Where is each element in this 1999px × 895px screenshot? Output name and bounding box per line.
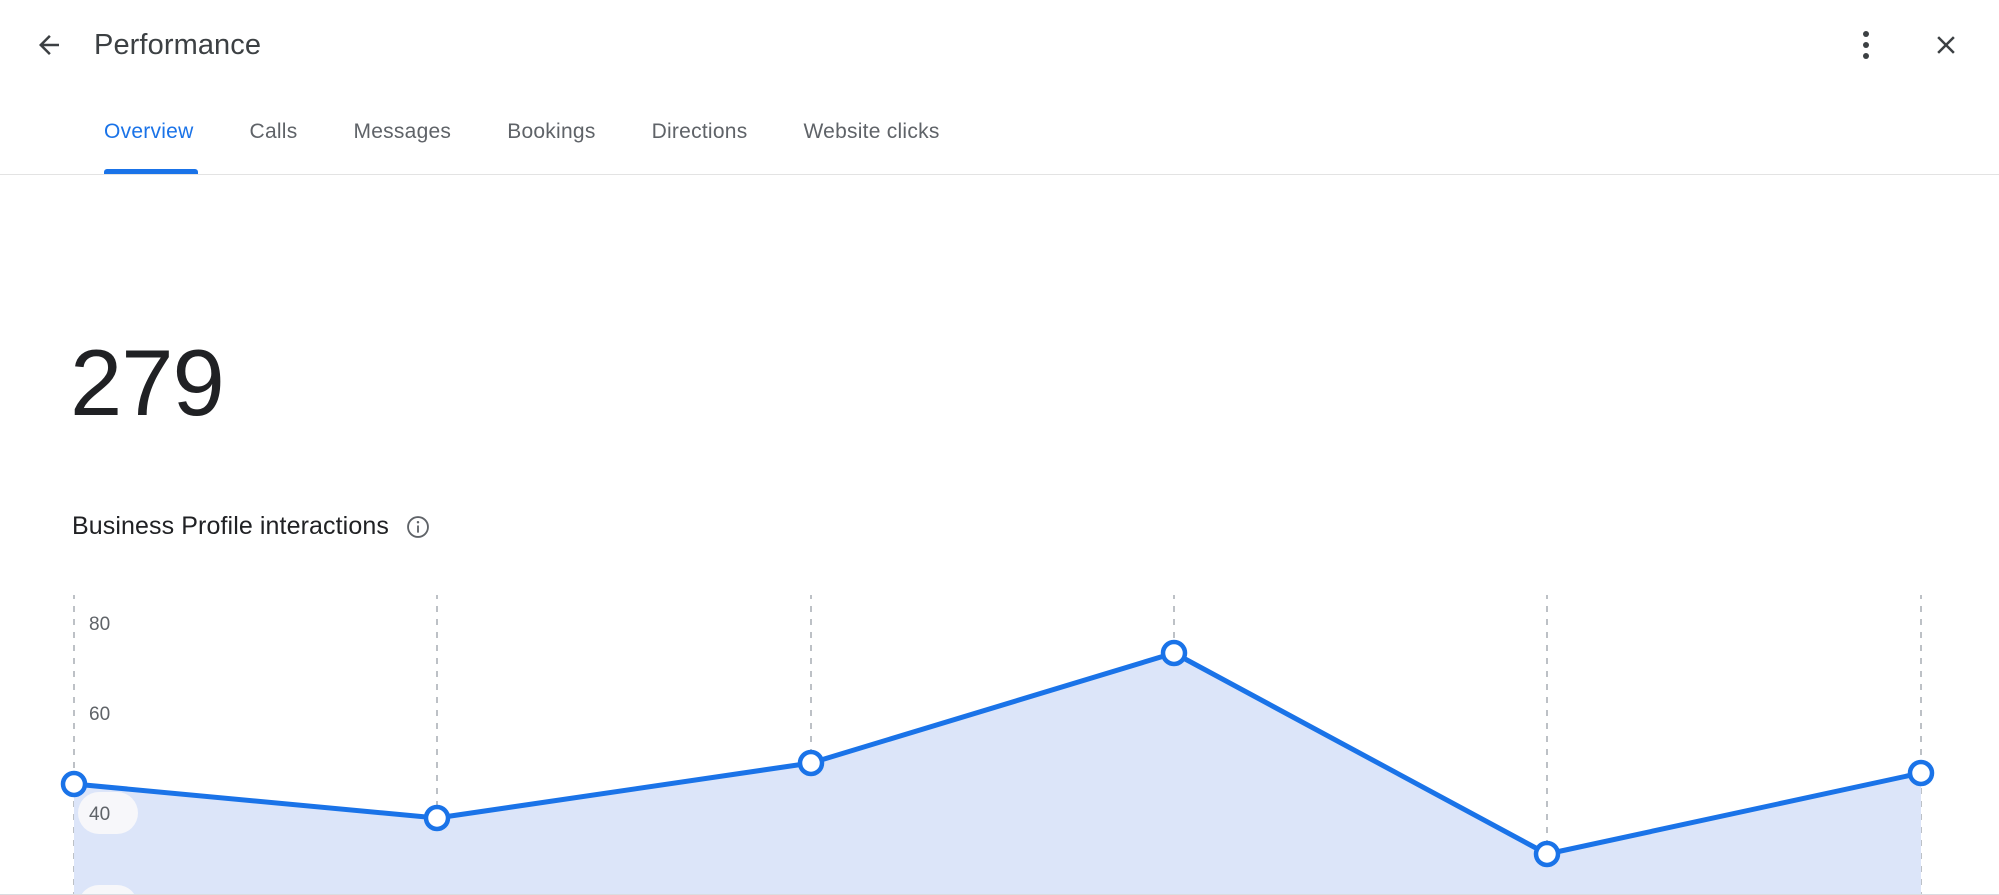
tab-website-clicks[interactable]: Website clicks [775, 90, 967, 174]
chart-svg: 80 60 40 20 [0, 595, 1999, 895]
tab-bookings[interactable]: Bookings [479, 90, 623, 174]
performance-panel: Performance Overview Calls Messages Book… [0, 0, 1999, 895]
data-point-feb-2023[interactable] [1910, 762, 1932, 784]
data-point-sept-2022[interactable] [63, 773, 85, 795]
metric-label-row: Business Profile interactions [72, 512, 431, 541]
tab-bar: Overview Calls Messages Bookings Directi… [0, 90, 1999, 174]
tab-messages[interactable]: Messages [325, 90, 479, 174]
ytick-60: 60 [89, 704, 110, 725]
back-button[interactable] [22, 18, 76, 72]
more-vert-icon [1863, 31, 1869, 59]
tab-calls[interactable]: Calls [222, 90, 326, 174]
close-icon [1931, 30, 1961, 60]
metric-value: 279 [70, 336, 224, 430]
page-title: Performance [94, 29, 261, 62]
info-icon[interactable] [405, 514, 431, 540]
close-button[interactable] [1919, 18, 1973, 72]
data-point-oct-2022[interactable] [426, 807, 448, 829]
ytick-40: 40 [89, 804, 110, 825]
tab-overview[interactable]: Overview [96, 90, 222, 174]
data-point-dec-2022[interactable] [1163, 642, 1185, 664]
interactions-chart[interactable]: 80 60 40 20 [0, 595, 1999, 895]
app-header: Performance Overview Calls Messages Book… [0, 0, 1999, 175]
chart-area-fill [74, 653, 1921, 895]
tab-directions[interactable]: Directions [624, 90, 776, 174]
more-options-button[interactable] [1839, 18, 1893, 72]
header-top-bar: Performance [0, 0, 1999, 90]
arrow-back-icon [34, 30, 64, 60]
ytick-80: 80 [89, 614, 110, 635]
metric-label: Business Profile interactions [72, 512, 389, 541]
data-point-nov-2022[interactable] [800, 752, 822, 774]
overview-content: 279 Business Profile interactions [0, 175, 1999, 895]
data-point-jan-2023[interactable] [1536, 843, 1558, 865]
